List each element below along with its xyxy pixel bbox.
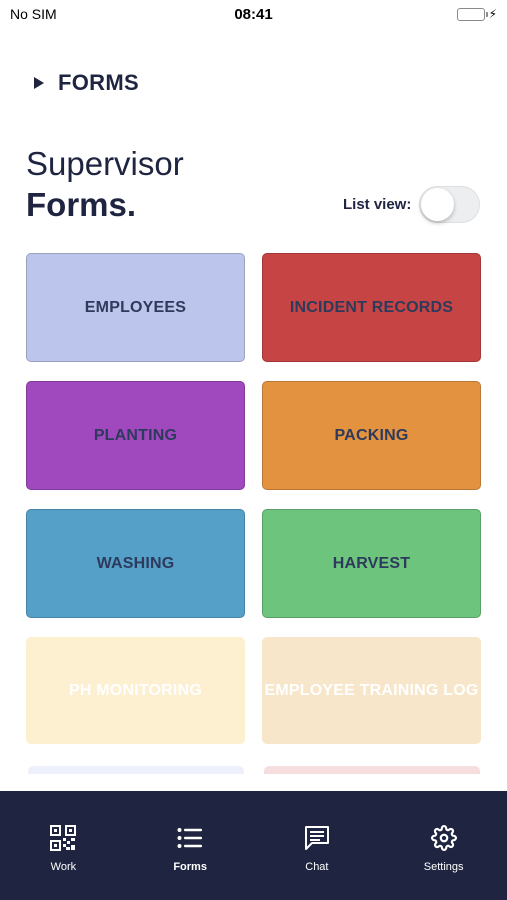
nav-label-settings: Settings — [423, 861, 464, 873]
form-tile-employees[interactable]: EMPLOYEES — [26, 253, 245, 362]
list-view-label: List view: — [343, 196, 412, 213]
battery-icon — [456, 7, 488, 21]
nav-item-forms[interactable]: Forms — [140, 825, 240, 873]
nav-label-work: Work — [50, 861, 77, 873]
form-tile-incident-records[interactable]: INCIDENT RECORDS — [262, 253, 481, 362]
form-tile-washing[interactable]: WASHING — [26, 509, 245, 618]
nav-label-chat: Chat — [305, 861, 329, 873]
status-bar: No SIM 08:41 ⚡ — [0, 0, 507, 28]
bottom-nav: Work Forms Chat Settings — [0, 791, 507, 900]
list-view-control: List view: — [343, 186, 481, 223]
form-tile-harvest[interactable]: HARVEST — [262, 509, 481, 618]
chat-icon — [304, 825, 330, 851]
charging-icon: ⚡ — [488, 7, 497, 21]
nav-item-settings[interactable]: Settings — [394, 825, 494, 873]
nav-item-chat[interactable]: Chat — [267, 825, 367, 873]
section-title: FORMS — [58, 70, 139, 95]
carrier-label: No SIM — [10, 6, 57, 22]
list-icon — [177, 825, 203, 851]
list-view-toggle[interactable] — [419, 186, 481, 223]
form-tile-partial — [264, 766, 480, 774]
toggle-knob — [421, 188, 455, 221]
status-time: 08:41 — [234, 5, 273, 23]
gear-icon — [430, 825, 457, 851]
qr-code-icon — [50, 825, 77, 851]
form-tile-partial — [28, 766, 244, 774]
nav-item-work[interactable]: Work — [13, 825, 113, 873]
form-tile-planting[interactable]: PLANTING — [26, 381, 245, 490]
page-title-line2: Forms. — [26, 186, 137, 224]
form-tile-ph-monitoring[interactable]: PH MONITORING — [26, 637, 245, 744]
form-tile-employee-training-log[interactable]: EMPLOYEE TRAINING LOG — [262, 637, 481, 744]
page-title: Supervisor Forms. — [26, 143, 184, 226]
nav-label-forms: Forms — [173, 861, 207, 873]
page-title-line1: Supervisor — [26, 145, 184, 182]
battery-indicator: ⚡ — [377, 7, 497, 21]
form-tile-packing[interactable]: PACKING — [262, 381, 481, 490]
expand-triangle-icon — [34, 77, 44, 89]
forms-section-header[interactable]: FORMS — [34, 70, 139, 96]
